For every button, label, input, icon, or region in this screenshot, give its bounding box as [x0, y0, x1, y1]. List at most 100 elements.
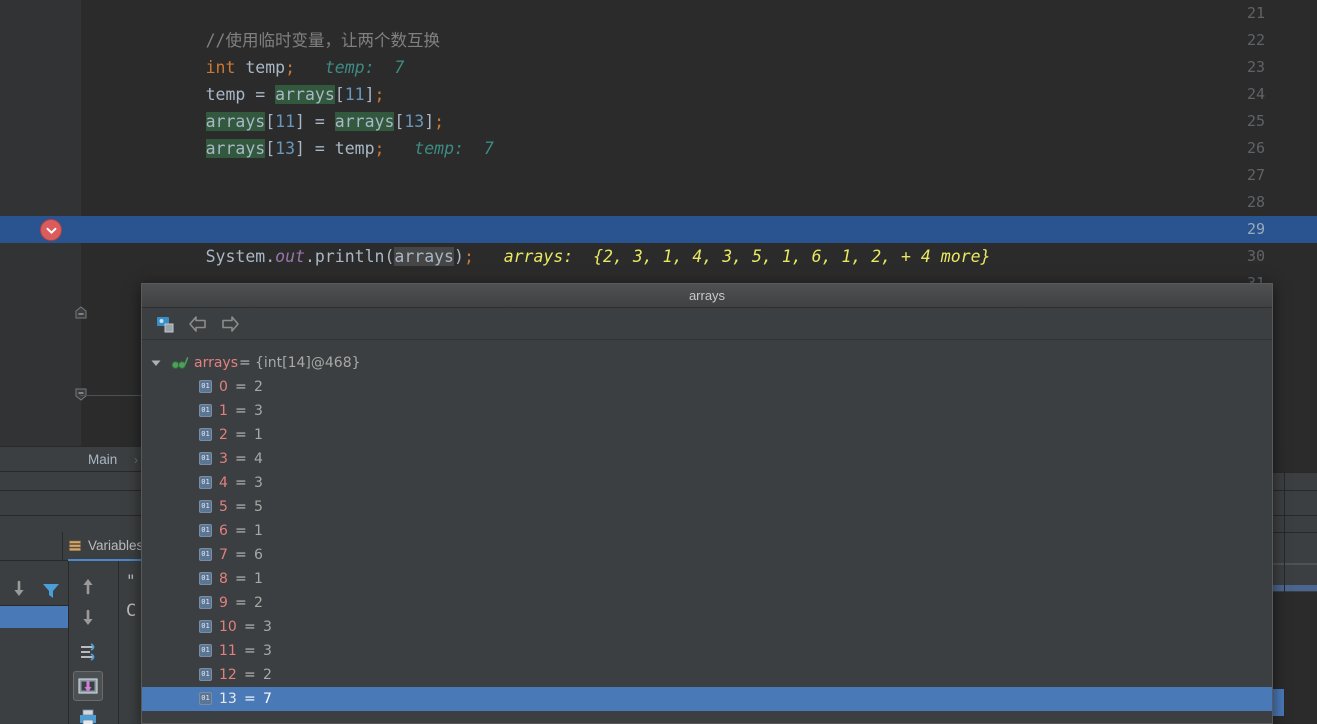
- tree-root-value: {int[14]@468}: [255, 355, 361, 371]
- bracket-close: ]: [295, 139, 305, 158]
- method-println: println: [314, 247, 385, 266]
- tree-row[interactable]: 01 7 = 6: [142, 543, 1272, 567]
- line-number: 27: [1247, 166, 1266, 184]
- tree-row[interactable]: 01 11 = 3: [142, 639, 1272, 663]
- tree-item-index: 8: [219, 571, 228, 587]
- tree-item-equals: =: [235, 427, 247, 443]
- tree-item-index: 5: [219, 499, 228, 515]
- code-line-22[interactable]: int temp; temp: 7: [146, 27, 405, 77]
- tree-row[interactable]: 01 12 = 2: [142, 663, 1272, 687]
- step-down-button[interactable]: [6, 577, 32, 603]
- code-line-29[interactable]: System.out.println(arrays); arrays: {2, …: [146, 216, 990, 266]
- right-divider-2: [1273, 490, 1317, 491]
- tree-row[interactable]: 01 6 = 1: [142, 519, 1272, 543]
- print-button[interactable]: [75, 706, 101, 724]
- console-text-fragment: ": [126, 571, 136, 590]
- code-line-25[interactable]: arrays[13] = temp; temp: 7: [146, 108, 494, 158]
- tree-row[interactable]: 01 0 = 2: [142, 375, 1272, 399]
- export-button[interactable]: [73, 671, 103, 701]
- field-icon: 01: [199, 476, 212, 489]
- breadcrumb-item-main[interactable]: Main: [88, 447, 117, 473]
- right-divider-1: [1273, 472, 1317, 473]
- arrow-left-icon[interactable]: [186, 312, 210, 336]
- tree-item-index: 9: [219, 595, 228, 611]
- field-icon: 01: [199, 380, 212, 393]
- right-strip-2: [1273, 533, 1317, 564]
- tree-item-index: 0: [219, 379, 228, 395]
- line-number: 26: [1247, 139, 1266, 157]
- tree-item-index: 11: [219, 643, 237, 659]
- breadcrumb-separator: ›: [134, 453, 138, 467]
- tree-row[interactable]: 01 4 = 3: [142, 471, 1272, 495]
- code-line-24[interactable]: arrays[11] = arrays[13];: [146, 81, 444, 131]
- inspect-icon[interactable]: [154, 312, 178, 336]
- tree-item-index: 1: [219, 403, 228, 419]
- number-13: 13: [275, 139, 296, 158]
- tree-item-index: 12: [219, 667, 237, 683]
- tree-item-value: 1: [254, 571, 263, 587]
- tree-item-value: 2: [254, 379, 263, 395]
- tree-item-equals: =: [235, 379, 247, 395]
- tree-item-equals: =: [244, 643, 256, 659]
- chevron-down-icon[interactable]: [149, 351, 163, 375]
- field-icon: 01: [199, 404, 212, 417]
- tree-item-equals: =: [235, 475, 247, 491]
- tree-item-equals: =: [244, 667, 256, 683]
- move-up-button[interactable]: [75, 572, 101, 598]
- tree-row[interactable]: 01 9 = 2: [142, 591, 1272, 615]
- code-line-23[interactable]: temp = arrays[11];: [146, 54, 384, 104]
- dot-operator: .: [304, 247, 315, 266]
- inspect-popup[interactable]: arrays arrays = {int[14]@468} 01 0 = 2 0…: [141, 283, 1273, 724]
- identifier-arrays-selected: arrays: [394, 247, 454, 266]
- line-number: 23: [1247, 58, 1266, 76]
- identifier-system: System: [205, 247, 266, 266]
- tree-item-index: 6: [219, 523, 228, 539]
- tree-row[interactable]: 01 10 = 3: [142, 615, 1272, 639]
- tree-root-equals: =: [239, 355, 251, 371]
- line-number: 22: [1247, 31, 1266, 49]
- right-selected-sliver: [1273, 585, 1317, 591]
- paren-close: ): [454, 247, 464, 266]
- tree-item-equals: =: [235, 547, 247, 563]
- tree-row[interactable]: 01 5 = 5: [142, 495, 1272, 519]
- popup-toolbar: [142, 308, 1272, 340]
- field-icon: 01: [199, 428, 212, 441]
- field-icon: 01: [199, 620, 212, 633]
- tree-row-root[interactable]: arrays = {int[14]@468}: [142, 351, 1272, 375]
- fold-marker-collapse-icon[interactable]: [73, 305, 89, 321]
- identifier-temp: temp: [334, 139, 375, 158]
- variables-tree[interactable]: arrays = {int[14]@468} 01 0 = 2 01 1 = 3…: [142, 340, 1272, 723]
- popup-title-label: arrays: [688, 288, 726, 303]
- tree-item-index: 10: [219, 619, 237, 635]
- filter-button[interactable]: [38, 577, 64, 603]
- soft-wrap-button[interactable]: [75, 639, 101, 665]
- tree-row[interactable]: 01 3 = 4: [142, 447, 1272, 471]
- tree-item-equals: =: [244, 619, 256, 635]
- tree-item-equals: =: [235, 499, 247, 515]
- tree-row[interactable]: 01 8 = 1: [142, 567, 1272, 591]
- tree-row-selected[interactable]: 01 13 = 7: [142, 687, 1272, 711]
- move-down-button[interactable]: [75, 606, 101, 632]
- watch-icon: [171, 356, 189, 370]
- popup-title-bar[interactable]: arrays: [142, 284, 1272, 308]
- bracket-open: [: [265, 139, 276, 158]
- right-vertical-divider: [1284, 446, 1285, 724]
- variables-selected-row[interactable]: [0, 606, 68, 628]
- tree-item-index: 2: [219, 427, 228, 443]
- breakpoint-icon[interactable]: [40, 219, 62, 241]
- tree-item-value: 3: [254, 475, 263, 491]
- arrow-right-icon[interactable]: [218, 312, 242, 336]
- tree-row[interactable]: 01 1 = 3: [142, 399, 1272, 423]
- tree-item-index: 4: [219, 475, 228, 491]
- line-number: 21: [1247, 4, 1266, 22]
- line-number: 29: [1247, 220, 1266, 238]
- identifier-arrays: arrays: [205, 139, 266, 158]
- code-line-21[interactable]: //使用临时变量，让两个数互换: [146, 0, 440, 50]
- tree-item-value: 1: [254, 523, 263, 539]
- field-out: out: [275, 247, 305, 266]
- tab-variables[interactable]: Variables: [68, 532, 144, 561]
- fold-marker-end-icon[interactable]: [73, 386, 89, 402]
- tabbar-divider: [62, 532, 63, 561]
- operator-assign: =: [304, 139, 335, 158]
- tree-row[interactable]: 01 2 = 1: [142, 423, 1272, 447]
